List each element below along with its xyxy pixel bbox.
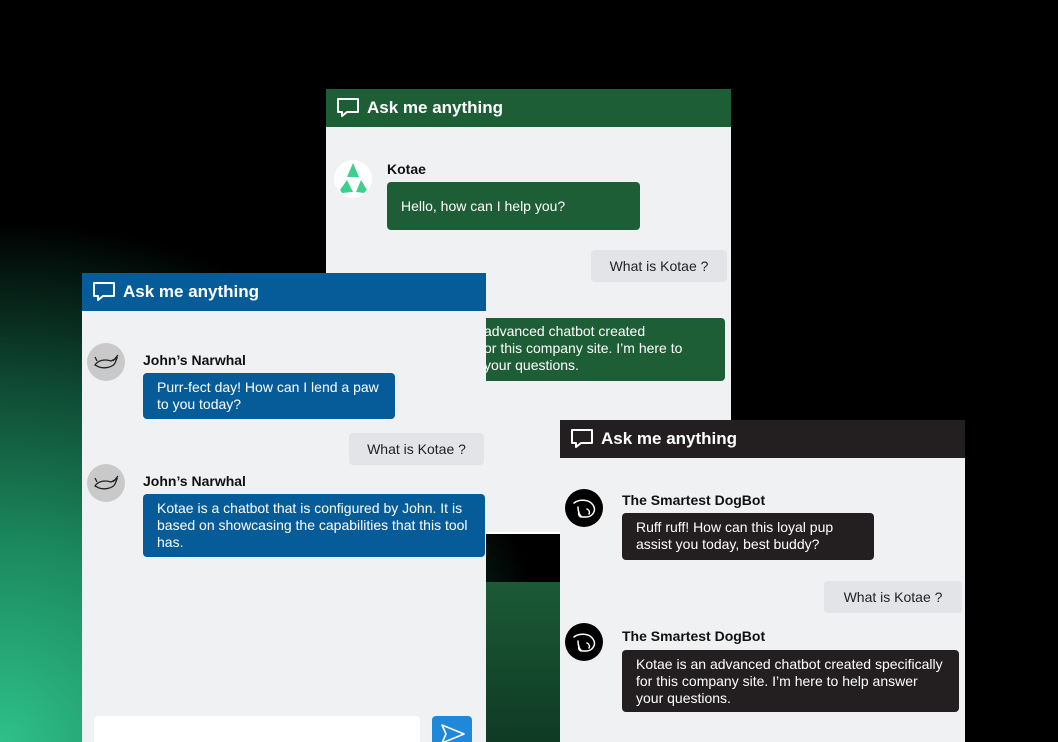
bot-greeting-bubble: Ruff ruff! How can this loyal pup assist… (622, 513, 874, 560)
green-window-footer (486, 582, 566, 742)
bot-greeting-bubble: Purr-fect day! How can I lend a paw to y… (143, 373, 395, 419)
chat-header: Ask me anything (326, 89, 731, 127)
user-question-bubble: What is Kotae ? (824, 581, 962, 613)
user-question-bubble: What is Kotae ? (591, 250, 727, 282)
bot-answer-bubble: Kotae is a chatbot that is configured by… (143, 494, 485, 557)
message-input[interactable] (94, 716, 420, 742)
bot-name: John’s Narwhal (143, 352, 246, 368)
send-icon (441, 724, 465, 742)
chat-header: Ask me anything (82, 273, 486, 311)
user-question-bubble: What is Kotae ? (349, 433, 484, 465)
bot-answer-bubble: advanced chatbot created or this company… (456, 318, 725, 381)
dogbot-avatar (565, 489, 603, 527)
bot-name: The Smartest DogBot (622, 492, 766, 508)
chat-bubble-icon (337, 98, 359, 117)
chat-title: Ask me anything (367, 98, 504, 117)
kotae-logo-avatar (334, 160, 372, 198)
answer-line: your questions. (484, 357, 579, 373)
chat-header: Ask me anything (560, 420, 965, 458)
chat-bubble-icon (571, 429, 593, 448)
chat-title: Ask me anything (123, 282, 260, 301)
bot-name: Kotae (387, 161, 426, 177)
chat-title: Ask me anything (601, 429, 738, 448)
bot-name: John’s Narwhal (143, 473, 246, 489)
dogbot-avatar (565, 623, 603, 661)
narwhal-avatar (87, 343, 125, 381)
dark-chat-window: Ask me anything The Smartest DogBot Ruff… (560, 420, 965, 742)
answer-line: advanced chatbot created (484, 323, 646, 339)
narwhal-avatar (87, 464, 125, 502)
bot-greeting-bubble: Hello, how can I help you? (387, 182, 640, 230)
chat-bubble-icon (93, 282, 115, 301)
bot-name: The Smartest DogBot (622, 628, 766, 644)
send-button[interactable] (432, 716, 472, 742)
answer-line: or this company site. I’m here to (484, 340, 683, 356)
blue-chat-window: Ask me anything John’s Narwhal Purr-fect… (82, 273, 486, 742)
bot-answer-bubble: Kotae is an advanced chatbot created spe… (622, 650, 959, 712)
